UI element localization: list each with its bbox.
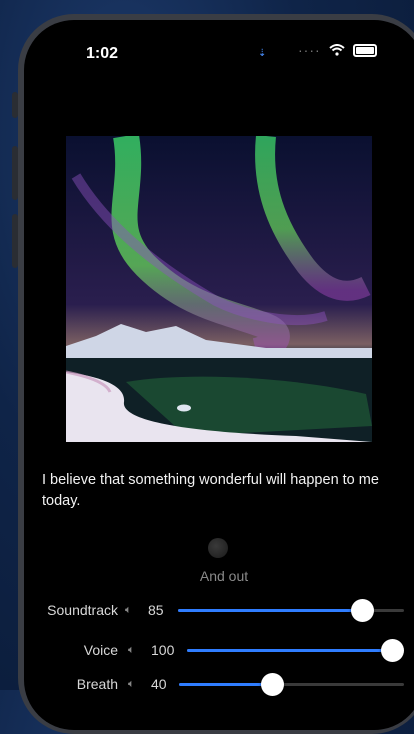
volume-up-button xyxy=(12,146,18,200)
mixer-row-voice: Voice 🔈︎ 100 xyxy=(24,636,414,664)
channel-label: Soundtrack xyxy=(47,602,118,618)
channel-label: Voice xyxy=(83,642,118,658)
breath-label: And out xyxy=(199,568,249,584)
battery-icon xyxy=(352,43,377,57)
breath-slider[interactable] xyxy=(179,673,404,696)
signal-icon: ···· xyxy=(298,42,321,58)
voice-slider[interactable] xyxy=(187,639,404,662)
breath-indicator xyxy=(208,538,228,558)
location-icon: ⇣ xyxy=(258,48,267,59)
mute-switch xyxy=(12,92,18,118)
slider-thumb[interactable] xyxy=(381,639,404,662)
channel-value: 85 xyxy=(148,602,164,618)
slider-thumb[interactable] xyxy=(351,599,374,622)
speaker-icon: 🔈︎ xyxy=(128,678,135,690)
status-time: 1:02 xyxy=(86,45,119,62)
status-right-icons: ···· xyxy=(298,42,377,58)
soundtrack-slider[interactable] xyxy=(178,599,404,622)
volume-down-button xyxy=(12,214,18,268)
slider-fill xyxy=(187,649,392,652)
speaker-icon: 🔈︎ xyxy=(128,644,135,656)
slider-thumb[interactable] xyxy=(261,673,284,696)
speaker-icon: 🔈︎ xyxy=(125,604,132,616)
channel-value: 100 xyxy=(151,642,175,658)
slider-fill xyxy=(178,609,362,612)
slider-fill xyxy=(179,683,271,686)
affirmation-text: I believe that something wonderful will … xyxy=(42,472,379,509)
mixer-row-breath: Breath 🔈︎ 40 xyxy=(24,670,414,698)
wifi-icon xyxy=(329,44,345,56)
app-screen: 1:02 ⇣ ···· I believe that something won… xyxy=(24,20,414,730)
mixer-row-soundtrack: Soundtrack 🔈︎ 85 xyxy=(24,596,414,624)
status-bar: 1:02 ⇣ ···· xyxy=(24,20,414,80)
aurora-image xyxy=(66,136,372,442)
